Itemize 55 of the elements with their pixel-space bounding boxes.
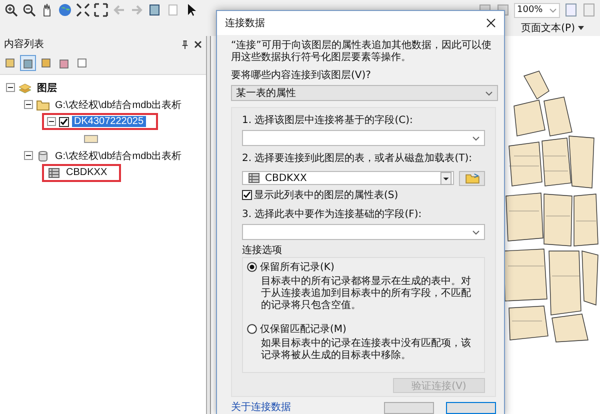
folder-icon (36, 98, 50, 110)
tree-item[interactable]: G:\农经权\db结合mdb出表析 (53, 148, 184, 162)
group-title: 连接选项 (242, 245, 282, 257)
zoom-out-icon[interactable] (22, 3, 36, 17)
chevron-down-icon (472, 230, 480, 234)
close-icon[interactable] (194, 40, 202, 48)
checkbox[interactable] (242, 190, 252, 200)
radio-button[interactable] (247, 324, 257, 334)
dialog-button[interactable] (446, 402, 496, 414)
pin-icon[interactable] (181, 40, 189, 48)
step-label: 2. 选择要连接到此图层的表，或者从磁盘加载表(T): (242, 153, 473, 165)
chevron-down-icon (472, 136, 480, 140)
close-icon[interactable] (486, 18, 496, 28)
tree-group-label[interactable]: 图层 (35, 80, 59, 94)
collapse-icon[interactable] (47, 117, 56, 126)
option-description: 如果目标表中的记录在连接表中没有匹配项，该记录将被从生成的目标表中移除。 (260, 338, 472, 362)
step-label: 3. 选择此表中要作为连接基础的字段(F): (242, 209, 423, 221)
legend-swatch-icon (84, 134, 98, 142)
layers-icon (18, 82, 32, 94)
tree-item[interactable]: CBDKXX (64, 167, 110, 178)
join-table-dropdown[interactable]: CBDKXX (242, 171, 454, 185)
join-type-dropdown[interactable]: 某一表的属性 (231, 85, 498, 101)
zoom-in-icon[interactable] (4, 3, 18, 17)
radio-label[interactable]: 保留所有记录(K) (260, 260, 334, 274)
dialog-title: 连接数据 (225, 16, 265, 30)
database-icon (36, 150, 50, 162)
page-text-menu[interactable]: 页面文本(P) (521, 20, 584, 36)
collapse-icon[interactable] (6, 83, 15, 92)
join-type-label: 要将哪些内容连接到该图层(V)? (231, 70, 372, 82)
radio-button[interactable] (247, 262, 257, 272)
globe-icon[interactable] (58, 3, 72, 17)
browse-folder-button[interactable] (459, 171, 485, 186)
step-label: 1. 选择该图层中连接将基于的字段(C): (242, 115, 414, 127)
option-description: 目标表中的所有记录都将显示在生成的表中。对于从连接表追加到目标表中的所有字段，不匹配的记录将只包含空值。 (260, 276, 472, 312)
visibility-checkbox[interactable] (59, 116, 69, 126)
fixed-zoom-in-icon[interactable] (76, 3, 90, 17)
chevron-down-icon (485, 90, 493, 96)
collapse-icon[interactable] (24, 100, 33, 109)
collapse-icon[interactable] (24, 151, 33, 160)
panel-title: 内容列表 (4, 38, 44, 51)
tree-item[interactable]: G:\农经权\db结合mdb出表析 (53, 98, 184, 112)
layer-field-dropdown[interactable] (242, 130, 485, 146)
page-icon[interactable] (564, 3, 578, 17)
zoom-level-combo[interactable]: 100% (514, 2, 560, 18)
table-icon (247, 172, 261, 184)
caret-icon (578, 26, 584, 30)
checkbox-label[interactable]: 显示此列表中的图层的属性表(S) (254, 188, 398, 202)
radio-label[interactable]: 仅保留匹配记录(M) (260, 322, 346, 336)
fixed-zoom-out-icon[interactable] (94, 3, 108, 17)
table-icon (47, 166, 61, 178)
join-field-dropdown[interactable] (242, 224, 485, 240)
tree-item[interactable]: DK4307222025 (72, 116, 146, 127)
intro-text: “连接”可用于向该图层的属性表追加其他数据，因此可以使用这些数据执行符号化图层要素等操作。 (231, 40, 492, 64)
chevron-down-icon (549, 8, 557, 12)
about-joins-link[interactable]: 关于连接数据 (231, 402, 291, 414)
